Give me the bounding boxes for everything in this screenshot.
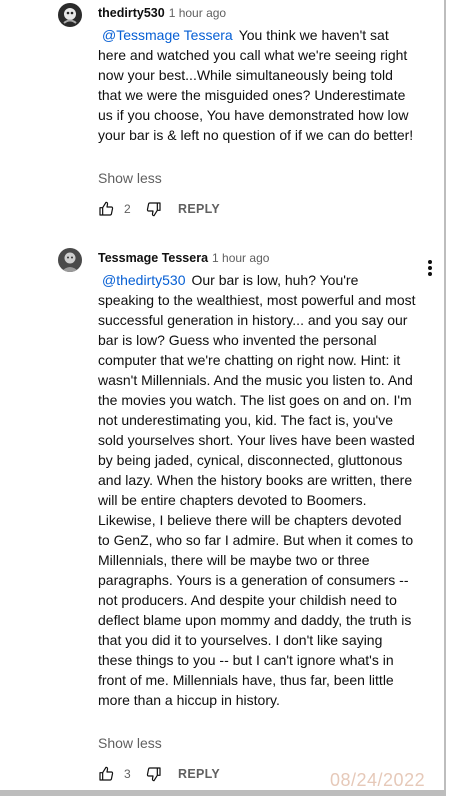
mention-link[interactable]: @thedirty530	[102, 272, 185, 288]
show-less-button[interactable]: Show less	[98, 170, 162, 186]
avatar[interactable]	[58, 3, 82, 27]
comment-timestamp[interactable]: 1 hour ago	[212, 251, 269, 265]
comment-author[interactable]: thedirty530	[98, 6, 165, 20]
like-count: 2	[124, 202, 131, 216]
mention-link[interactable]: @Tessmage Tessera	[102, 27, 233, 43]
thumbs-down-icon[interactable]	[146, 201, 162, 217]
comment-author[interactable]: Tessmage Tessera	[98, 251, 208, 265]
comment-body-text: You think we haven't sat here and watche…	[98, 27, 414, 143]
avatar[interactable]	[58, 248, 82, 272]
comment-text: @Tessmage Tessera You think we haven't sa…	[98, 25, 416, 145]
scrollbar-track[interactable]	[444, 0, 446, 790]
reply-button[interactable]: REPLY	[178, 202, 220, 216]
thumbs-down-icon[interactable]	[146, 766, 162, 782]
date-watermark: 08/24/2022	[330, 770, 426, 790]
comment-text: @thedirty530 Our bar is low, huh? You're …	[98, 270, 416, 710]
comment-timestamp[interactable]: 1 hour ago	[169, 6, 226, 20]
thumbs-up-icon[interactable]	[98, 201, 114, 217]
show-less-button[interactable]: Show less	[98, 735, 162, 751]
thumbs-up-icon[interactable]	[98, 766, 114, 782]
comment-body-text: Our bar is low, huh? You're speaking to …	[98, 272, 416, 708]
more-vert-icon[interactable]	[420, 258, 440, 278]
reply-button[interactable]: REPLY	[178, 767, 220, 781]
like-count: 3	[124, 767, 131, 781]
